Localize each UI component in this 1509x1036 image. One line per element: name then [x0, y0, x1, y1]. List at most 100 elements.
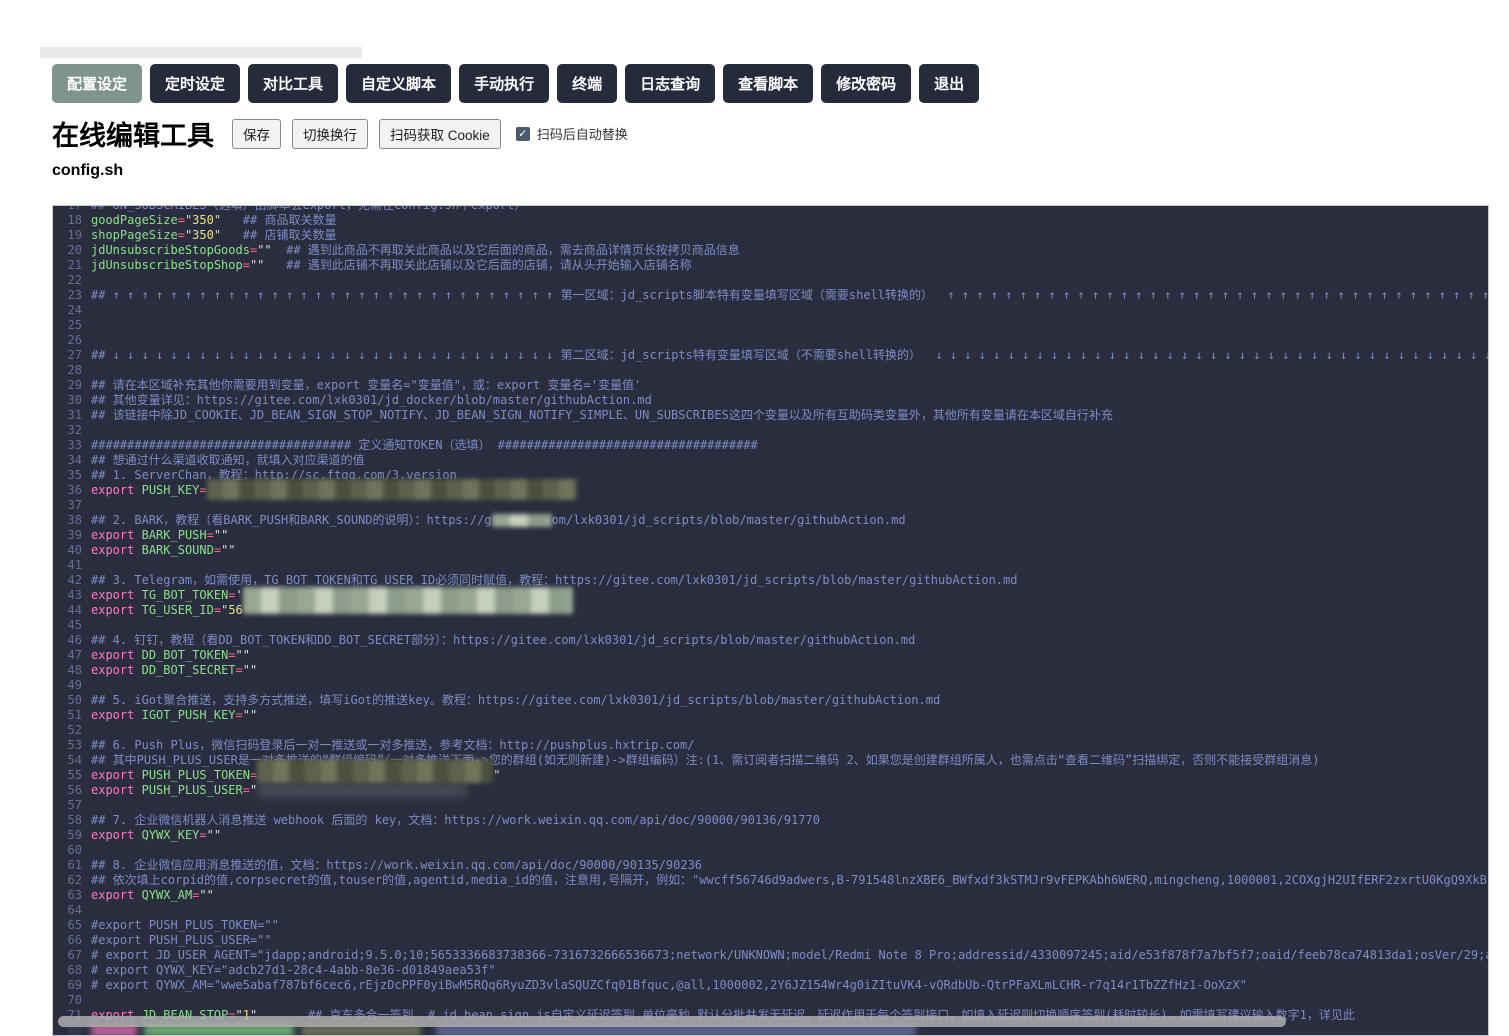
- code-line[interactable]: 26: [56, 333, 1488, 348]
- toolbar-button-4[interactable]: 自定义脚本: [346, 64, 452, 103]
- line-number: 58: [67, 813, 82, 827]
- code-line[interactable]: 67 # export JD_USER_AGENT="jdapp;android;…: [56, 948, 1488, 963]
- code-line[interactable]: 52: [56, 723, 1488, 738]
- toolbar-button-7[interactable]: 日志查询: [625, 64, 716, 103]
- redacted-blur: [206, 479, 577, 500]
- code-line[interactable]: 21 jdUnsubscribeStopShop="" ## 遇到此店铺不再取关此…: [56, 258, 1488, 273]
- code-line[interactable]: 25: [56, 318, 1488, 333]
- code-token: "": [235, 648, 250, 662]
- toolbar-button-3[interactable]: 对比工具: [248, 64, 339, 103]
- code-line[interactable]: 47 export DD_BOT_TOKEN="": [56, 648, 1488, 663]
- code-line[interactable]: 48 export DD_BOT_SECRET="": [56, 663, 1488, 678]
- code-line[interactable]: 57: [56, 798, 1488, 813]
- code-token: BARK_SOUND: [141, 543, 214, 557]
- code-editor[interactable]: 17 ## UN_SUBSCRIBES（选填）由脚本会export，无需在conf…: [52, 205, 1489, 1036]
- code-line[interactable]: 59 export QYWX_KEY="": [56, 828, 1488, 843]
- toolbar-button-8[interactable]: 查看脚本: [723, 64, 814, 103]
- code-line[interactable]: 46 ## 4. 钉钉，教程（看DD_BOT_TOKEN和DD_BOT_SECRE…: [56, 633, 1488, 648]
- toolbar-button-2[interactable]: 定时设定: [150, 64, 241, 103]
- code-token: "": [213, 528, 229, 542]
- code-token: =: [228, 588, 236, 602]
- code-token: ## 4. 钉钉，教程（看DD_BOT_TOKEN和DD_BOT_SECRET部…: [91, 633, 916, 647]
- code-line[interactable]: 23 ## ↑ ↑ ↑ ↑ ↑ ↑ ↑ ↑ ↑ ↑ ↑ ↑ ↑ ↑ ↑ ↑ ↑ ↑…: [56, 288, 1488, 303]
- code-token: # export JD_USER_AGENT="jdapp;android;9.…: [91, 948, 1489, 962]
- code-token: ↑ ↑ ↑ ↑ ↑ ↑ ↑ ↑ ↑ ↑ ↑ ↑ ↑ ↑ ↑ ↑ ↑ ↑ ↑ ↑ …: [947, 288, 1489, 302]
- code-line[interactable]: 53 ## 6. Push Plus，微信扫码登录后一对一推送或一对多推送，参考文…: [56, 738, 1488, 753]
- code-token: 第二区域：jd_scripts特有变量填写区域（不需要shell转换的）: [560, 348, 936, 362]
- line-number: 27: [67, 348, 82, 362]
- code-token: export: [91, 483, 135, 497]
- line-number: 42: [67, 573, 82, 587]
- code-token: ##: [91, 348, 113, 362]
- code-line[interactable]: 17 ## UN_SUBSCRIBES（选填）由脚本会export，无需在conf…: [56, 206, 1488, 213]
- line-number: 34: [67, 453, 82, 467]
- auto-replace-checkbox-label: 扫码后自动替换: [536, 127, 628, 142]
- code-line[interactable]: 33 #################################### 定…: [56, 438, 1488, 453]
- code-line[interactable]: 43 export TG_BOT_TOKEN=': [56, 587, 1488, 614]
- toolbar-button-6[interactable]: 终端: [557, 64, 618, 103]
- code-line[interactable]: 45: [56, 618, 1488, 633]
- toolbar-button-1[interactable]: 配置设定: [52, 64, 143, 103]
- header-action-1[interactable]: 保存: [232, 118, 281, 149]
- code-line[interactable]: 55 export PUSH_PLUS_TOKEN= ": [56, 759, 1488, 783]
- toolbar-button-10[interactable]: 退出: [919, 64, 980, 103]
- code-token: ## 店铺取关数量: [242, 228, 337, 242]
- code-token: TG_BOT_TOKEN: [141, 588, 229, 602]
- code-token: jdUnsubscribeStopShop: [91, 258, 243, 272]
- code-line[interactable]: 63 export QYWX_AM="": [56, 888, 1488, 903]
- code-line[interactable]: 65 #export PUSH_PLUS_TOKEN="": [56, 918, 1488, 933]
- code-line[interactable]: 39 export BARK_PUSH="": [56, 528, 1488, 543]
- horizontal-scrollbar[interactable]: [58, 1016, 1286, 1027]
- code-line[interactable]: 61 ## 8. 企业微信应用消息推送的值，文档：https://work.wei…: [56, 858, 1488, 873]
- code-line[interactable]: 19 shopPageSize="350" ## 店铺取关数量: [56, 228, 1488, 243]
- toolbar: 配置设定 定时设定 对比工具 自定义脚本 手动执行 终端 日志查询 查看脚本 修改密码 退出: [52, 64, 980, 103]
- code-line[interactable]: 32: [56, 423, 1488, 438]
- code-line[interactable]: 51 export IGOT_PUSH_KEY="": [56, 708, 1488, 723]
- code-line[interactable]: 60: [56, 843, 1488, 858]
- code-line[interactable]: 41: [56, 558, 1488, 573]
- code-token: TG_USER_ID: [141, 603, 214, 617]
- line-number: 20: [67, 243, 82, 257]
- code-token: om/lxk0301/jd_scripts/blob/master/github…: [551, 513, 906, 527]
- header-action-2[interactable]: 切换换行: [292, 118, 368, 149]
- line-number: 55: [67, 768, 82, 782]
- code-line[interactable]: 42 ## 3. Telegram，如需使用，TG_BOT_TOKEN和TG_US…: [56, 573, 1488, 588]
- header-row: 在线编辑工具 保存 切换换行 扫码获取 Cookie ✓ 扫码后自动替换: [52, 114, 628, 153]
- code-line[interactable]: 49: [56, 678, 1488, 693]
- code-line[interactable]: 64: [56, 903, 1488, 918]
- code-line[interactable]: 20 jdUnsubscribeStopGoods="" ## 遇到此商品不再取关…: [56, 243, 1488, 258]
- code-line[interactable]: 66 #export PUSH_PLUS_USER="": [56, 933, 1488, 948]
- code-line[interactable]: 27 ## ↓ ↓ ↓ ↓ ↓ ↓ ↓ ↓ ↓ ↓ ↓ ↓ ↓ ↓ ↓ ↓ ↓ ↓…: [56, 348, 1488, 363]
- code-line[interactable]: 36 export PUSH_KEY=: [56, 479, 1488, 500]
- code-line[interactable]: 28: [56, 363, 1488, 378]
- toolbar-button-9[interactable]: 修改密码: [821, 64, 912, 103]
- code-token: =: [199, 828, 207, 842]
- code-line[interactable]: 70: [56, 993, 1488, 1008]
- code-token: ####################################: [91, 438, 352, 452]
- code-line[interactable]: 29 ## 请在本区域补充其他你需要用到变量，export 变量名="变量值"，或…: [56, 378, 1488, 393]
- code-line[interactable]: 69 # export QYWX_AM="wwe5abaf787bf6cec6,r…: [56, 978, 1488, 993]
- line-number: 19: [67, 228, 82, 242]
- code-line[interactable]: 24: [56, 303, 1488, 318]
- code-line[interactable]: 56 export PUSH_PLUS_USER=": [56, 783, 1488, 798]
- code-line[interactable]: 40 export BARK_SOUND="": [56, 543, 1488, 558]
- toolbar-button-5[interactable]: 手动执行: [459, 64, 550, 103]
- code-line[interactable]: 50 ## 5. iGot聚合推送，支持多方式推送，填写iGot的推送key。教程…: [56, 693, 1488, 708]
- code-line[interactable]: 38 ## 2. BARK，教程（看BARK_PUSH和BARK_SOUND的说明…: [56, 513, 1488, 528]
- line-number: 26: [67, 333, 82, 347]
- header-action-3[interactable]: 扫码获取 Cookie: [379, 118, 501, 149]
- code-token: "": [257, 243, 272, 257]
- code-line[interactable]: 18 goodPageSize="350" ## 商品取关数量: [56, 213, 1488, 228]
- auto-replace-checkbox[interactable]: ✓: [515, 126, 530, 141]
- code-line[interactable]: 31 ## 该链接中除JD_COOKIE、JD_BEAN_SIGN_STOP_NO…: [56, 408, 1488, 423]
- code-line[interactable]: 37: [56, 498, 1488, 513]
- code-line[interactable]: 68 # export QYWX_KEY="adcb27d1-28c4-4abb-…: [56, 963, 1488, 978]
- code-line[interactable]: 58 ## 7. 企业微信机器人消息推送 webhook 后面的 key，文档：h…: [56, 813, 1488, 828]
- code-token: ↓ ↓ ↓ ↓ ↓ ↓ ↓ ↓ ↓ ↓ ↓ ↓ ↓ ↓ ↓ ↓ ↓ ↓ ↓ ↓ …: [112, 348, 561, 362]
- code-line[interactable]: 22: [56, 273, 1488, 288]
- code-line[interactable]: 62 ## 依次填上corpid的值,corpsecret的值,touser的值,…: [56, 873, 1488, 888]
- code-line[interactable]: 34 ## 想通过什么渠道收取通知，就填入对应渠道的值: [56, 453, 1488, 468]
- code-line[interactable]: 30 ## 其他变量详见：https://gitee.com/lxk0301/jd…: [56, 393, 1488, 408]
